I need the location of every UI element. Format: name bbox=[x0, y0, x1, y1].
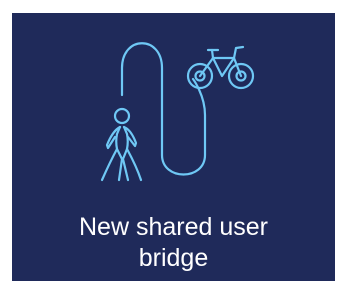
bicycle-icon bbox=[186, 45, 255, 90]
path-curve-icon bbox=[120, 42, 207, 176]
shared-path-illustration bbox=[100, 42, 255, 182]
pedestrian-icon bbox=[100, 107, 143, 182]
shared-bridge-tile: New shared user bridge bbox=[12, 13, 335, 281]
caption-line-2: bridge bbox=[138, 244, 209, 272]
caption-line-1: New shared user bbox=[79, 213, 268, 241]
tile-caption: New shared user bridge bbox=[12, 212, 335, 274]
